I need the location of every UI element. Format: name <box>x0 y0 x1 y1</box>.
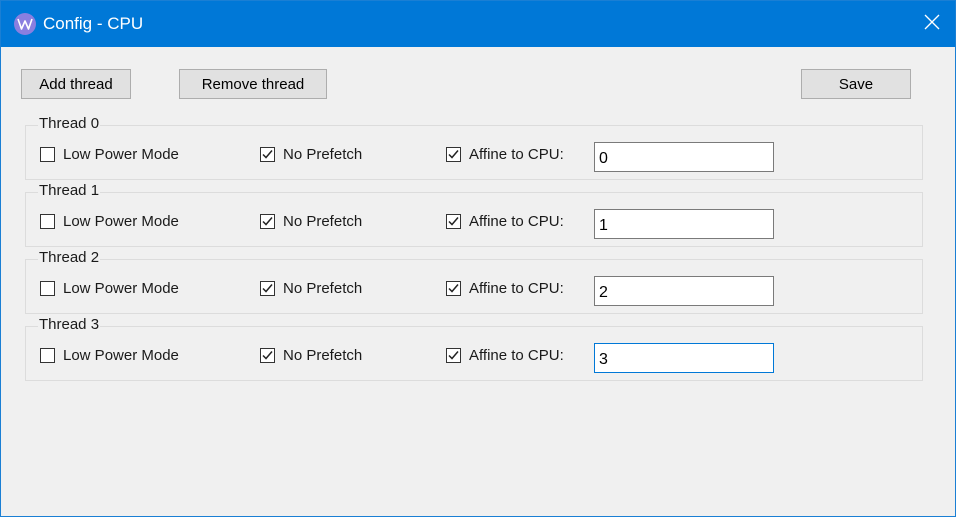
checkbox-box[interactable] <box>40 280 55 296</box>
low-power-mode-checkbox[interactable]: Low Power Mode <box>40 212 179 230</box>
thread-group-0: Thread 0 Low Power Mode No Prefetch Affi… <box>25 115 923 180</box>
low-power-mode-label: Low Power Mode <box>63 145 179 163</box>
cpu-number-input[interactable] <box>594 209 774 239</box>
affine-to-cpu-checkbox[interactable]: Affine to CPU: <box>446 279 564 297</box>
low-power-mode-checkbox[interactable]: Low Power Mode <box>40 279 179 297</box>
no-prefetch-checkbox[interactable]: No Prefetch <box>260 279 362 297</box>
cpu-number-input[interactable] <box>594 142 774 172</box>
w-logo-icon <box>14 13 36 35</box>
checkbox-box[interactable] <box>40 347 55 363</box>
window-title: Config - CPU <box>43 14 144 33</box>
low-power-mode-checkbox[interactable]: Low Power Mode <box>40 145 179 163</box>
cpu-number-input[interactable] <box>594 343 774 373</box>
low-power-mode-label: Low Power Mode <box>63 279 179 297</box>
affine-to-cpu-label: Affine to CPU: <box>469 279 564 297</box>
affine-to-cpu-checkbox[interactable]: Affine to CPU: <box>446 212 564 230</box>
no-prefetch-checkbox[interactable]: No Prefetch <box>260 145 362 163</box>
thread-group-3: Thread 3 Low Power Mode No Prefetch Affi… <box>25 316 923 381</box>
thread-group-title: Thread 1 <box>38 182 101 200</box>
check-mark-icon <box>262 149 273 159</box>
thread-group-2: Thread 2 Low Power Mode No Prefetch Affi… <box>25 249 923 314</box>
checkbox-box[interactable] <box>446 280 461 296</box>
close-icon <box>924 14 940 35</box>
checkbox-box[interactable] <box>40 146 55 162</box>
checkbox-box[interactable] <box>40 213 55 229</box>
checkbox-box[interactable] <box>446 347 461 363</box>
affine-to-cpu-label: Affine to CPU: <box>469 145 564 163</box>
remove-thread-button[interactable]: Remove thread <box>179 69 327 99</box>
checkbox-box[interactable] <box>260 347 275 363</box>
check-mark-icon <box>448 216 459 226</box>
checkbox-box[interactable] <box>446 146 461 162</box>
affine-to-cpu-checkbox[interactable]: Affine to CPU: <box>446 145 564 163</box>
thread-group-title: Thread 2 <box>38 249 101 267</box>
low-power-mode-label: Low Power Mode <box>63 212 179 230</box>
close-button[interactable] <box>909 1 955 47</box>
title-bar[interactable]: Config - CPU <box>1 1 955 47</box>
low-power-mode-checkbox[interactable]: Low Power Mode <box>40 346 179 364</box>
affine-to-cpu-label: Affine to CPU: <box>469 346 564 364</box>
check-mark-icon <box>448 350 459 360</box>
affine-to-cpu-label: Affine to CPU: <box>469 212 564 230</box>
thread-group-title: Thread 0 <box>38 115 101 133</box>
no-prefetch-label: No Prefetch <box>283 145 363 163</box>
no-prefetch-label: No Prefetch <box>283 346 363 364</box>
no-prefetch-checkbox[interactable]: No Prefetch <box>260 212 362 230</box>
affine-to-cpu-checkbox[interactable]: Affine to CPU: <box>446 346 564 364</box>
no-prefetch-label: No Prefetch <box>283 279 363 297</box>
checkbox-box[interactable] <box>446 213 461 229</box>
add-thread-button[interactable]: Add thread <box>21 69 131 99</box>
no-prefetch-label: No Prefetch <box>283 212 363 230</box>
checkbox-box[interactable] <box>260 213 275 229</box>
save-button[interactable]: Save <box>801 69 911 99</box>
check-mark-icon <box>262 350 273 360</box>
no-prefetch-checkbox[interactable]: No Prefetch <box>260 346 362 364</box>
thread-group-1: Thread 1 Low Power Mode No Prefetch Affi… <box>25 182 923 247</box>
check-mark-icon <box>448 149 459 159</box>
check-mark-icon <box>262 283 273 293</box>
check-mark-icon <box>262 216 273 226</box>
thread-group-title: Thread 3 <box>38 316 101 334</box>
checkbox-box[interactable] <box>260 146 275 162</box>
checkbox-box[interactable] <box>260 280 275 296</box>
config-window: Config - CPU Add thread Remove thread Sa… <box>0 0 956 517</box>
cpu-number-input[interactable] <box>594 276 774 306</box>
low-power-mode-label: Low Power Mode <box>63 346 179 364</box>
check-mark-icon <box>448 283 459 293</box>
